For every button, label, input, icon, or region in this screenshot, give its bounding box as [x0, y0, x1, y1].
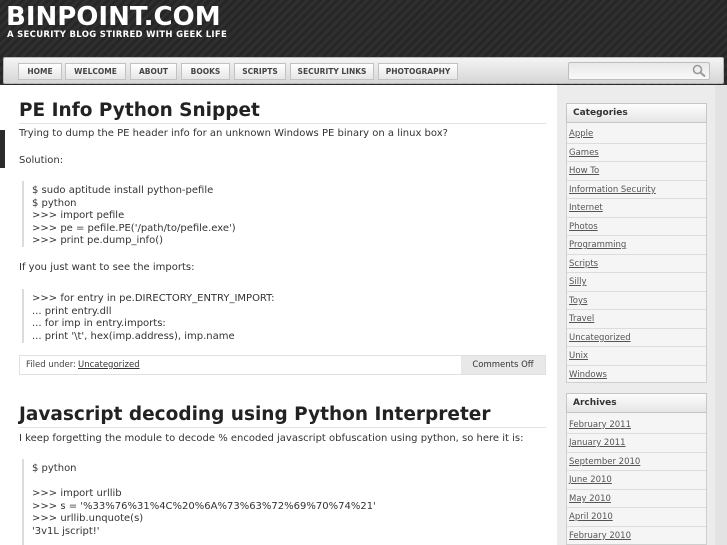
divider	[567, 254, 706, 255]
divider	[567, 235, 706, 236]
divider	[567, 217, 706, 218]
code-line: >>> print pe.dump_info()	[32, 235, 164, 246]
divider	[567, 198, 706, 199]
divider	[567, 143, 706, 144]
right-edge-strip	[715, 85, 727, 545]
code-line: >>> import pefile	[32, 210, 125, 221]
divider	[567, 526, 706, 527]
category-link-programming[interactable]: Programming	[569, 240, 626, 250]
category-link-games[interactable]: Games	[569, 148, 599, 158]
archive-link[interactable]: April 2010	[569, 512, 613, 522]
category-link-unix[interactable]: Unix	[569, 351, 588, 361]
categories-heading: Categories	[566, 103, 707, 123]
post-paragraph: If you just want to see the imports:	[19, 262, 195, 273]
category-link-photos[interactable]: Photos	[569, 222, 598, 232]
code-line: >>> for entry in pe.DIRECTORY_ENTRY_IMPO…	[32, 293, 275, 304]
divider	[567, 365, 706, 366]
post-paragraph: I keep forgetting the module to decode %…	[19, 433, 524, 444]
post-title[interactable]: PE Info Python Snippet	[19, 99, 260, 123]
code-line: >>> import urllib	[32, 488, 122, 499]
category-link-how-to[interactable]: How To	[569, 166, 599, 176]
category-link-windows[interactable]: Windows	[569, 370, 607, 380]
category-link-internet[interactable]: Internet	[569, 203, 603, 213]
code-line: >>> s = '%33%76%31%4C%20%6A%73%63%72%69%…	[32, 501, 376, 512]
code-line: $ sudo aptitude install python-pefile	[32, 185, 214, 196]
code-line: >>> urllib.unquote(s)	[32, 513, 144, 524]
code-line: ... print '\t', hex(imp.address), imp.na…	[32, 331, 235, 342]
nav-home[interactable]: HOME	[18, 63, 62, 80]
post-paragraph: Solution:	[19, 155, 64, 166]
divider	[567, 452, 706, 453]
category-link[interactable]: Uncategorized	[78, 360, 140, 370]
code-line: '3v1L jscript!'	[32, 526, 100, 537]
code-line: ... for imp in entry.imports:	[32, 318, 166, 329]
category-link-information-security[interactable]: Information Security	[569, 185, 656, 195]
sidebar: Categories Apple Games How To Informatio…	[557, 85, 727, 545]
archives-heading: Archives	[566, 393, 707, 413]
category-link-uncategorized[interactable]: Uncategorized	[569, 333, 631, 343]
divider	[567, 180, 706, 181]
title-divider	[19, 427, 546, 428]
code-line: >>> pe = pefile.PE('/path/to/pefile.exe'…	[32, 223, 236, 234]
nav-about[interactable]: ABOUT	[130, 63, 177, 80]
code-line: $ python	[32, 198, 77, 209]
divider	[567, 328, 706, 329]
code-block: $ sudo aptitude install python-pefile $ …	[22, 181, 542, 247]
archive-link[interactable]: May 2010	[569, 494, 611, 504]
category-link-apple[interactable]: Apple	[569, 129, 593, 139]
category-link-scripts[interactable]: Scripts	[569, 259, 598, 269]
category-link-toys[interactable]: Toys	[569, 296, 587, 306]
divider	[567, 489, 706, 490]
site-title[interactable]: BINPOINT.COM	[6, 2, 221, 32]
category-link-travel[interactable]: Travel	[569, 314, 594, 324]
divider	[567, 272, 706, 273]
search-input[interactable]	[571, 64, 686, 78]
filed-under-label: Filed under:	[26, 360, 76, 370]
code-block: $ python >>> import urllib >>> s = '%33%…	[22, 459, 542, 545]
nav-books[interactable]: BOOKS	[181, 63, 230, 80]
archive-link[interactable]: June 2010	[569, 475, 612, 485]
comments-link[interactable]: Comments Off	[461, 356, 545, 374]
navigation-bar: HOME WELCOME ABOUT BOOKS SCRIPTS SECURIT…	[3, 57, 724, 84]
nav-welcome[interactable]: WELCOME	[65, 63, 126, 80]
post-paragraph: Trying to dump the PE header info for an…	[19, 128, 448, 139]
archive-link[interactable]: February 2011	[569, 420, 631, 430]
site-tagline: A SECURITY BLOG STIRRED WITH GEEK LIFE	[7, 30, 228, 40]
divider	[567, 433, 706, 434]
nav-scripts[interactable]: SCRIPTS	[234, 63, 286, 80]
code-block: >>> for entry in pe.DIRECTORY_ENTRY_IMPO…	[22, 289, 542, 343]
title-divider	[19, 123, 546, 124]
left-edge-tab	[0, 130, 5, 150]
post-meta: Filed under: Uncategorized Comments Off	[19, 355, 546, 375]
post-title[interactable]: Javascript decoding using Python Interpr…	[19, 403, 490, 427]
category-link-silly[interactable]: Silly	[569, 277, 587, 287]
divider	[567, 470, 706, 471]
search-box	[568, 62, 710, 80]
divider	[567, 291, 706, 292]
archive-link[interactable]: February 2010	[569, 531, 631, 541]
archives-panel	[566, 393, 707, 545]
code-line: ... print entry.dll	[32, 306, 112, 317]
archive-link[interactable]: September 2010	[569, 457, 640, 467]
nav-security-links[interactable]: SECURITY LINKS	[290, 63, 374, 80]
divider	[567, 309, 706, 310]
search-icon[interactable]	[691, 64, 707, 78]
divider	[567, 507, 706, 508]
divider	[567, 346, 706, 347]
code-line: $ python	[32, 463, 77, 474]
nav-photography[interactable]: PHOTOGRAPHY	[378, 63, 458, 80]
main-content-area: PE Info Python Snippet Trying to dump th…	[0, 85, 557, 545]
archive-link[interactable]: January 2011	[569, 438, 626, 448]
left-edge-tab	[0, 148, 5, 168]
divider	[567, 161, 706, 162]
